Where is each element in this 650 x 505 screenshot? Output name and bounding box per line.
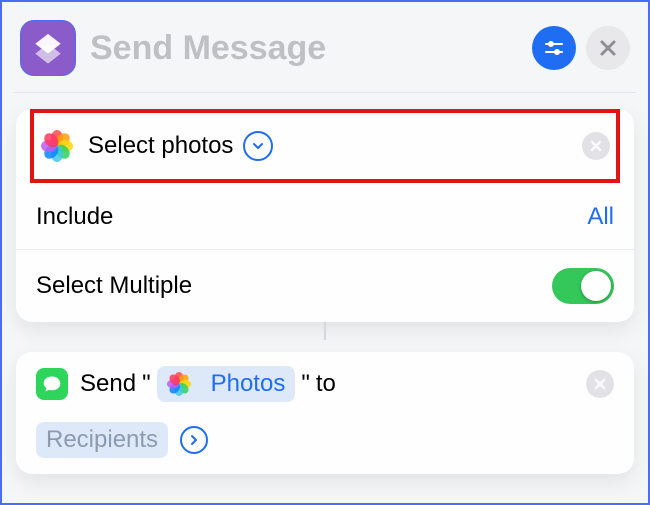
chevron-right-icon	[187, 433, 201, 447]
close-icon	[599, 39, 617, 57]
expand-action-button[interactable]	[180, 426, 208, 454]
select-photos-label: Select photos	[88, 132, 233, 160]
settings-button[interactable]	[532, 26, 576, 70]
recipients-pill-label: Recipients	[46, 426, 158, 454]
send-word: Send	[80, 370, 136, 398]
sliders-icon	[542, 36, 566, 60]
select-photos-action-card: Select photos Include All Select Multipl…	[16, 109, 634, 322]
to-word: to	[316, 370, 336, 398]
select-multiple-row: Select Multiple	[16, 250, 634, 322]
include-row[interactable]: Include All	[16, 183, 634, 250]
recipients-variable-pill[interactable]: Recipients	[36, 422, 168, 458]
shortcut-editor-frame: Send Message	[0, 0, 650, 505]
close-button[interactable]	[586, 26, 630, 70]
highlight-annotation: Select photos	[30, 109, 620, 183]
select-multiple-label: Select Multiple	[36, 272, 552, 300]
send-message-row: Send " Photos " to	[36, 366, 614, 458]
send-message-action-card: Send " Photos " to	[16, 352, 634, 474]
expand-action-button[interactable]	[243, 131, 273, 161]
select-photos-row[interactable]: Select photos	[34, 115, 616, 177]
action-connector	[324, 322, 326, 340]
remove-action-button[interactable]	[582, 132, 610, 160]
speech-bubble-icon	[42, 374, 62, 394]
page-title: Send Message	[90, 29, 522, 68]
chevron-down-icon	[251, 139, 265, 153]
photos-variable-pill[interactable]: Photos	[157, 366, 296, 402]
header: Send Message	[14, 12, 636, 93]
shortcuts-glyph-icon	[31, 31, 65, 65]
include-label: Include	[36, 203, 587, 231]
photos-app-icon	[40, 129, 74, 163]
photos-app-icon	[167, 372, 191, 396]
messages-app-icon	[36, 368, 68, 400]
remove-action-button[interactable]	[586, 370, 614, 398]
photos-pill-label: Photos	[211, 370, 286, 398]
quote-close: "	[301, 370, 310, 398]
close-icon	[590, 140, 602, 152]
quote-open: "	[142, 370, 151, 398]
include-value[interactable]: All	[587, 203, 614, 231]
close-icon	[594, 378, 606, 390]
shortcuts-app-icon	[20, 20, 76, 76]
select-multiple-toggle[interactable]	[552, 268, 614, 304]
